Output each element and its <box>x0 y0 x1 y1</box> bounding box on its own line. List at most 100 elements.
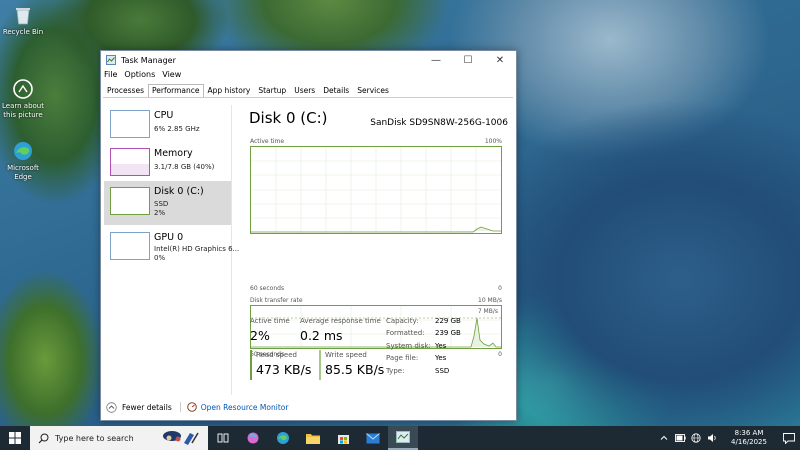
chevron-up-icon <box>660 435 668 440</box>
network-icon <box>691 433 701 443</box>
device-item-disk[interactable]: Disk 0 (C:) SSD 2% <box>104 181 231 225</box>
speaker-icon <box>707 434 716 442</box>
write-speed-marker <box>319 350 321 380</box>
graph2-inner-scale: 7 MB/s <box>477 308 498 315</box>
capacity-label: Capacity: <box>386 317 419 325</box>
graph1-time-span: 60 seconds <box>250 285 285 292</box>
menu-file[interactable]: File <box>104 70 117 82</box>
active-time-label: Active time <box>250 317 290 325</box>
copilot-button[interactable] <box>238 426 268 450</box>
tab-details[interactable]: Details <box>319 84 353 97</box>
graph1-label: Active time <box>250 138 285 145</box>
task-view-icon <box>217 433 229 443</box>
edge-browser-icon <box>14 142 32 160</box>
capacity-value: 229 GB <box>435 317 461 325</box>
open-resource-monitor-link[interactable]: Open Resource Monitor <box>201 403 289 412</box>
show-hidden-icons-button[interactable] <box>656 426 672 450</box>
device-info: Intel(R) HD Graphics 6... <box>154 245 240 253</box>
cpu-thumbnail-graph <box>110 110 150 138</box>
device-usage: 2% <box>154 209 166 217</box>
device-list: CPU 6% 2.85 GHz Memory 3.1/7.8 GB (40%) … <box>104 105 239 395</box>
desktop-icon-recycle-bin[interactable]: Recycle Bin <box>0 4 46 37</box>
mail-button[interactable] <box>358 426 388 450</box>
page-file-label: Page file: <box>386 354 419 362</box>
window-title: Task Manager <box>121 55 176 65</box>
graph2-label: Disk transfer rate <box>250 297 303 304</box>
battery-button[interactable] <box>672 426 688 450</box>
tab-users[interactable]: Users <box>290 84 319 97</box>
menu-bar: File Options View <box>104 70 181 82</box>
tab-processes[interactable]: Processes <box>103 84 148 97</box>
notification-icon <box>783 432 795 444</box>
desktop-icon-edge[interactable]: Microsoft Edge <box>0 140 46 182</box>
graph1-max: 100% <box>484 138 502 145</box>
search-icon <box>38 433 49 443</box>
tab-startup[interactable]: Startup <box>254 84 290 97</box>
desktop-icon-label: Microsoft Edge <box>7 164 39 181</box>
read-speed-value: 473 KB/s <box>256 362 312 377</box>
active-time-graph-svg <box>251 147 501 233</box>
clock-date: 4/16/2025 <box>731 438 767 446</box>
disk-thumbnail-graph <box>110 187 150 215</box>
tab-app-history[interactable]: App history <box>204 84 255 97</box>
device-item-memory[interactable]: Memory 3.1/7.8 GB (40%) <box>104 143 231 185</box>
close-button[interactable]: ✕ <box>484 51 516 69</box>
file-explorer-button[interactable] <box>298 426 328 450</box>
mail-icon <box>366 432 380 443</box>
tab-services[interactable]: Services <box>353 84 393 97</box>
system-disk-label: System disk: <box>386 342 431 350</box>
device-info: 6% 2.85 GHz <box>154 125 200 133</box>
volume-button[interactable] <box>704 426 720 450</box>
store-button[interactable] <box>328 426 358 450</box>
avg-response-label: Average response time <box>300 317 381 325</box>
start-button[interactable] <box>0 426 30 450</box>
maximize-button[interactable]: ☐ <box>452 51 484 69</box>
write-speed-label: Write speed <box>325 351 367 359</box>
network-button[interactable] <box>688 426 704 450</box>
tab-performance[interactable]: Performance <box>147 84 204 97</box>
page-file-value: Yes <box>435 354 447 362</box>
title-bar[interactable]: Task Manager — ☐ ✕ <box>101 51 516 69</box>
recycle-bin-icon <box>16 8 30 25</box>
device-item-cpu[interactable]: CPU 6% 2.85 GHz <box>104 105 231 147</box>
chevron-up-circle-icon[interactable] <box>106 401 117 413</box>
graph2-max: 10 MB/s <box>478 297 502 304</box>
menu-options[interactable]: Options <box>124 70 155 82</box>
disk-model: SanDisk SD9SN8W-256G-1006 <box>370 118 508 128</box>
footer-divider <box>179 402 181 412</box>
avg-response-value: 0.2 ms <box>300 328 343 343</box>
task-manager-window: Task Manager — ☐ ✕ File Options View Pro… <box>100 50 517 421</box>
store-icon <box>337 434 349 444</box>
device-name: Disk 0 (C:) <box>154 186 204 197</box>
menu-view[interactable]: View <box>162 70 181 82</box>
device-name: GPU 0 <box>154 232 184 243</box>
desktop-icon-learn-about-picture[interactable]: Learn about this picture <box>0 78 46 120</box>
read-speed-label: Read speed <box>256 351 297 359</box>
page-title: Disk 0 (C:) <box>249 109 328 127</box>
memory-thumbnail-graph <box>110 148 150 176</box>
edge-taskbar-button[interactable] <box>268 426 298 450</box>
task-manager-icon <box>396 431 410 443</box>
type-value: SSD <box>435 367 450 375</box>
edge-browser-icon <box>277 432 289 444</box>
disk-transfer-rate-graph: 7 MB/s <box>250 305 502 349</box>
task-view-button[interactable] <box>208 426 238 450</box>
taskbar: 8:36 AM 4/16/2025 <box>0 426 800 450</box>
fewer-details-button[interactable]: Fewer details <box>122 403 172 412</box>
device-name: Memory <box>154 148 193 159</box>
taskbar-search[interactable] <box>30 426 208 450</box>
task-manager-taskbar-button[interactable] <box>388 426 418 450</box>
search-input[interactable] <box>55 433 165 443</box>
device-item-gpu[interactable]: GPU 0 Intel(R) HD Graphics 6... 0% <box>104 227 239 269</box>
tab-bar: Processes Performance App history Startu… <box>103 84 513 98</box>
write-speed-value: 85.5 KB/s <box>325 362 385 377</box>
device-info: 3.1/7.8 GB (40%) <box>154 163 215 171</box>
clock[interactable]: 8:36 AM 4/16/2025 <box>720 429 778 447</box>
read-speed-marker <box>250 350 252 380</box>
minimize-button[interactable]: — <box>420 51 452 69</box>
notifications-button[interactable] <box>778 426 800 450</box>
resource-monitor-icon <box>186 402 197 412</box>
formatted-value: 239 GB <box>435 329 461 337</box>
formatted-label: Formatted: <box>386 329 425 337</box>
active-time-value: 2% <box>250 328 270 343</box>
